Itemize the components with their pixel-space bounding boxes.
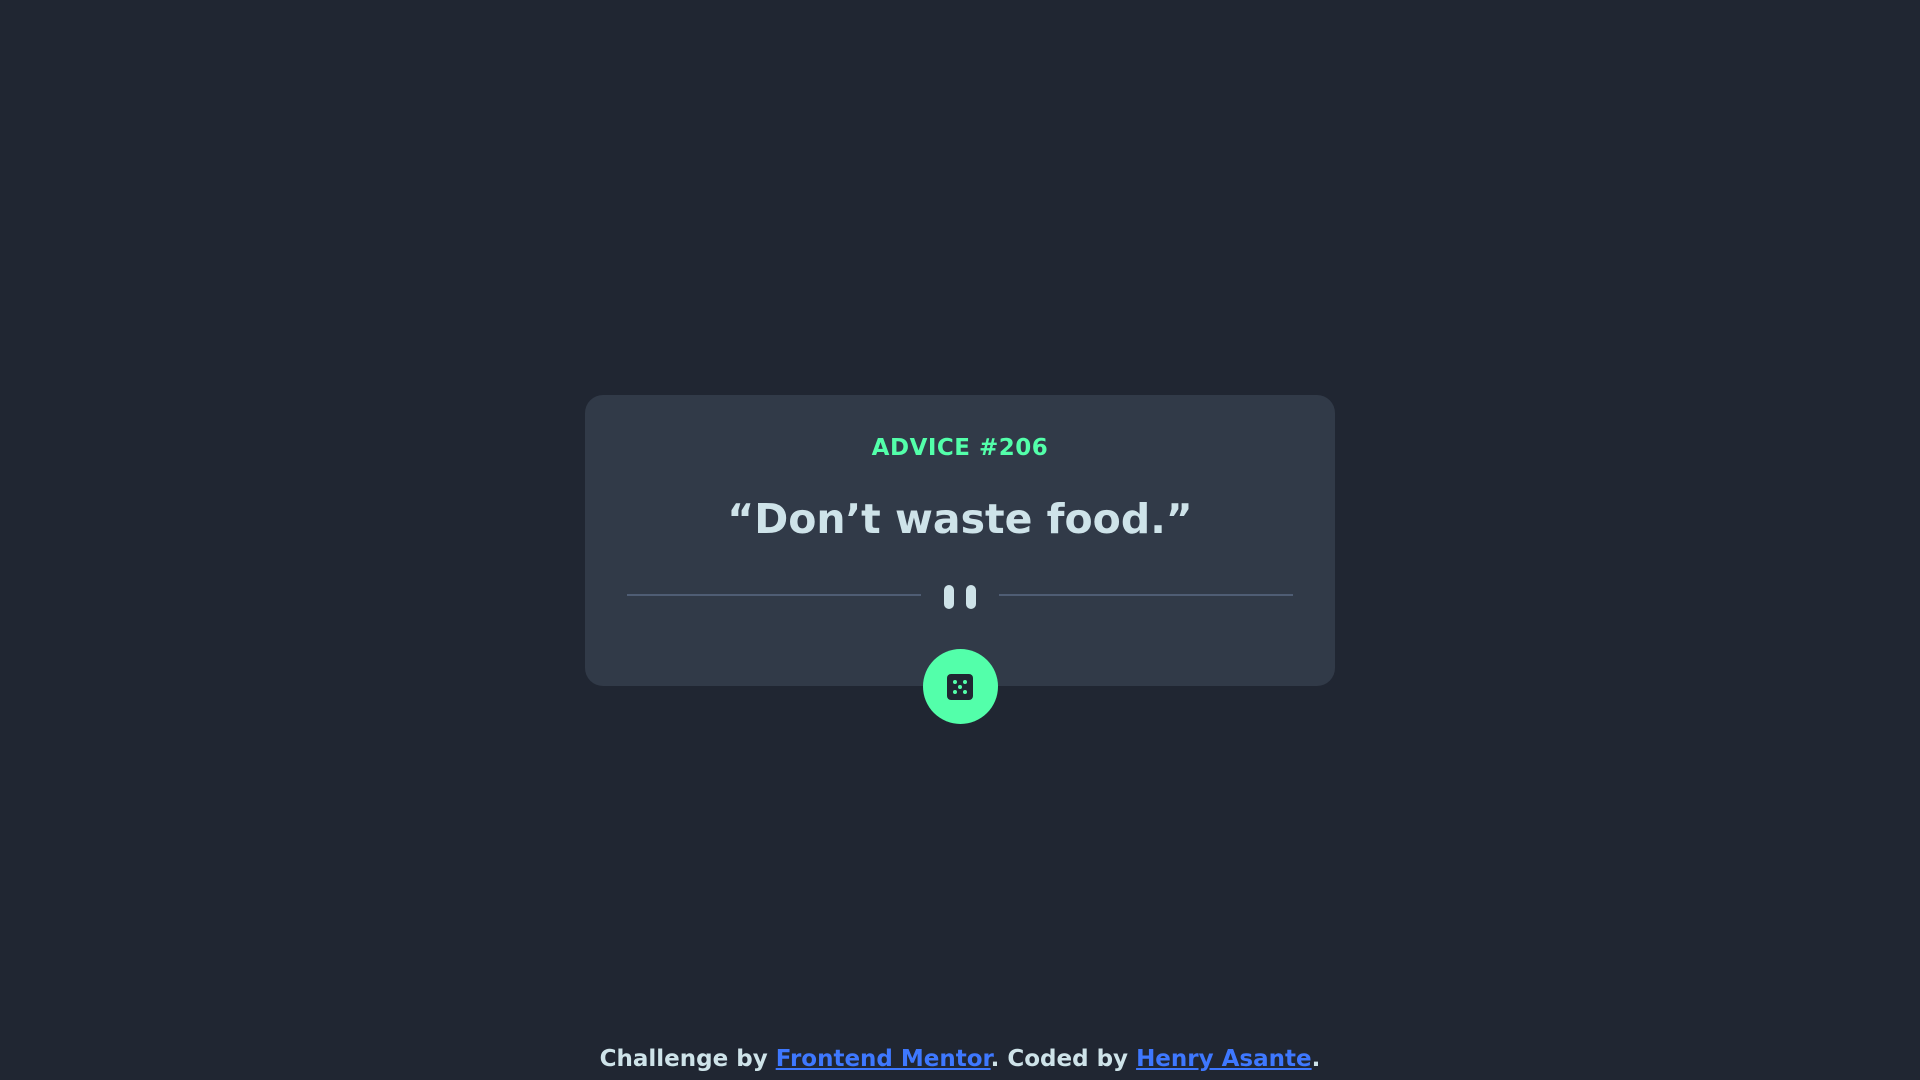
pattern-divider <box>627 585 1293 609</box>
advice-id: ADVICE #206 <box>871 435 1049 461</box>
footer-prefix: Challenge by <box>599 1046 768 1072</box>
divider-line-left <box>627 594 921 596</box>
pause-bar-right <box>966 585 976 609</box>
advice-quote: “Don’t waste food.” <box>727 495 1193 543</box>
frontend-mentor-link[interactable]: Frontend Mentor <box>776 1046 991 1072</box>
pause-bar-left <box>944 585 954 609</box>
attribution-footer: Challenge by Frontend Mentor. Coded by H… <box>0 1046 1920 1072</box>
generate-advice-button[interactable] <box>922 649 998 724</box>
divider-line-right <box>999 594 1293 596</box>
footer-suffix: . <box>1311 1046 1321 1072</box>
advice-card: ADVICE #206 “Don’t waste food.” <box>585 395 1335 724</box>
page: ADVICE #206 “Don’t waste food.” Challeng… <box>0 0 1920 1080</box>
footer-middle: . Coded by <box>990 1046 1129 1072</box>
author-link[interactable]: Henry Asante <box>1136 1046 1312 1072</box>
dice-icon <box>947 673 973 700</box>
pause-icon <box>944 585 976 609</box>
